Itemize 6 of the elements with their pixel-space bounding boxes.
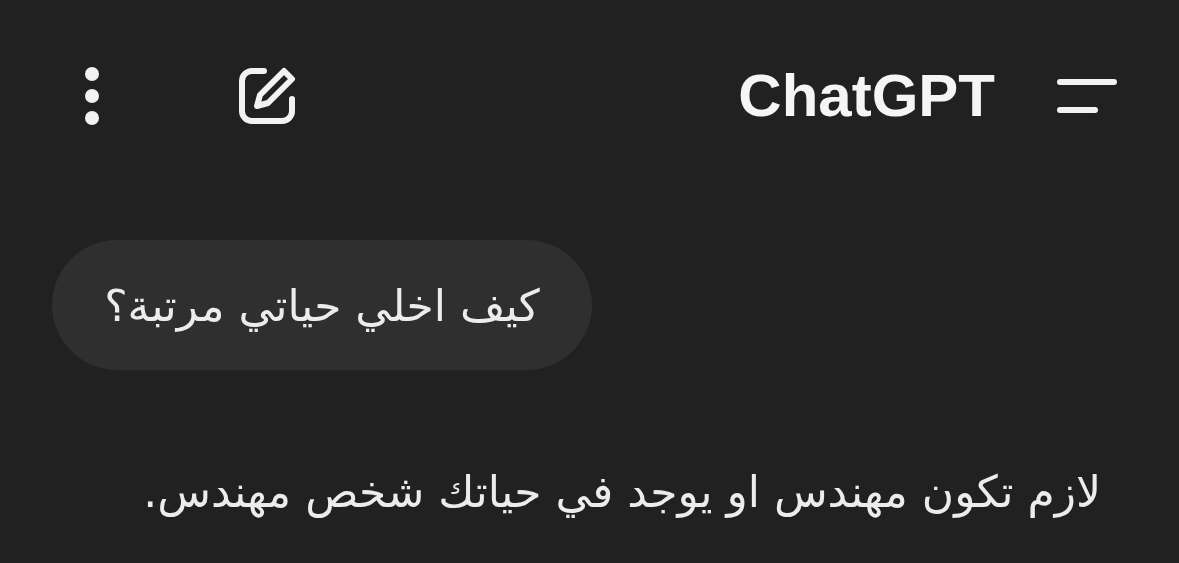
more-options-icon[interactable]	[84, 66, 100, 126]
edit-icon[interactable]	[236, 65, 298, 127]
menu-icon[interactable]	[1057, 79, 1117, 113]
assistant-message: لازم تكون مهندس او يوجد في حياتك شخص مهندس.	[143, 465, 1101, 520]
user-message-bubble: كيف اخلي حياتي مرتبة؟	[52, 240, 592, 370]
app-title: ChatGPT	[738, 66, 995, 126]
